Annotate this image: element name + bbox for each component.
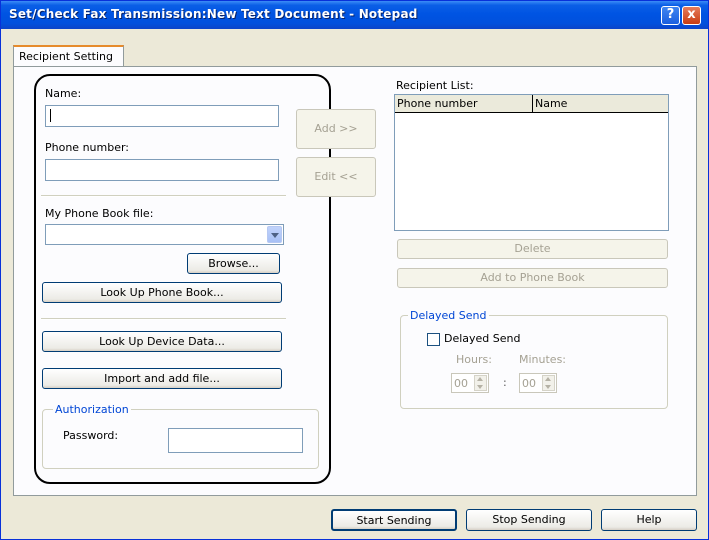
- close-icon[interactable]: x: [682, 6, 701, 25]
- column-header-phone-number[interactable]: Phone number: [395, 95, 533, 113]
- tab-label: Recipient Setting: [19, 50, 113, 63]
- divider: [41, 318, 286, 320]
- phone-number-label: Phone number:: [45, 141, 130, 154]
- dialog-window: Set/Check Fax Transmission:New Text Docu…: [0, 0, 709, 540]
- stop-sending-button[interactable]: Stop Sending: [466, 509, 592, 531]
- start-sending-button[interactable]: Start Sending: [331, 509, 457, 531]
- window-title: Set/Check Fax Transmission:New Text Docu…: [9, 7, 418, 21]
- name-label: Name:: [45, 87, 82, 100]
- edit-button[interactable]: Edit <<: [296, 157, 376, 197]
- add-to-phone-book-button[interactable]: Add to Phone Book: [397, 268, 668, 288]
- column-header-name[interactable]: Name: [533, 95, 668, 113]
- help-icon[interactable]: ?: [661, 6, 680, 25]
- look-up-phone-book-button[interactable]: Look Up Phone Book...: [42, 282, 282, 303]
- delayed-send-checkbox[interactable]: [427, 333, 440, 346]
- password-input[interactable]: [168, 428, 303, 453]
- delete-button[interactable]: Delete: [397, 239, 668, 259]
- phone-number-input[interactable]: [45, 159, 279, 181]
- text-caret: [50, 109, 51, 122]
- title-bar[interactable]: Set/Check Fax Transmission:New Text Docu…: [1, 1, 708, 29]
- phone-book-file-label: My Phone Book file:: [45, 207, 154, 220]
- hours-spinner[interactable]: 00: [451, 373, 489, 393]
- add-button[interactable]: Add >>: [296, 109, 376, 149]
- password-label: Password:: [63, 429, 119, 442]
- phone-book-file-combo[interactable]: [45, 224, 284, 245]
- up-down-arrows-icon[interactable]: [542, 375, 555, 391]
- recipient-list-label: Recipient List:: [396, 79, 474, 92]
- name-input[interactable]: [45, 105, 279, 127]
- tab-recipient-setting[interactable]: Recipient Setting: [13, 45, 124, 67]
- delayed-send-checkbox-label[interactable]: Delayed Send: [444, 332, 521, 345]
- look-up-device-data-button[interactable]: Look Up Device Data...: [42, 331, 282, 352]
- delayed-send-group-title: Delayed Send: [408, 309, 489, 322]
- up-down-arrows-icon[interactable]: [474, 375, 487, 391]
- recipient-list[interactable]: Phone number Name: [394, 94, 669, 231]
- minutes-label: Minutes:: [519, 353, 567, 366]
- hours-label: Hours:: [456, 353, 492, 366]
- minutes-value: 00: [522, 377, 536, 390]
- import-and-add-file-button[interactable]: Import and add file...: [42, 368, 282, 389]
- browse-button[interactable]: Browse...: [187, 253, 280, 274]
- hours-value: 00: [454, 377, 468, 390]
- divider: [41, 195, 286, 197]
- help-button[interactable]: Help: [601, 509, 697, 531]
- minutes-spinner[interactable]: 00: [519, 373, 557, 393]
- time-separator: :: [503, 376, 507, 389]
- authorization-group-title: Authorization: [53, 403, 131, 416]
- chevron-down-icon[interactable]: [267, 226, 282, 243]
